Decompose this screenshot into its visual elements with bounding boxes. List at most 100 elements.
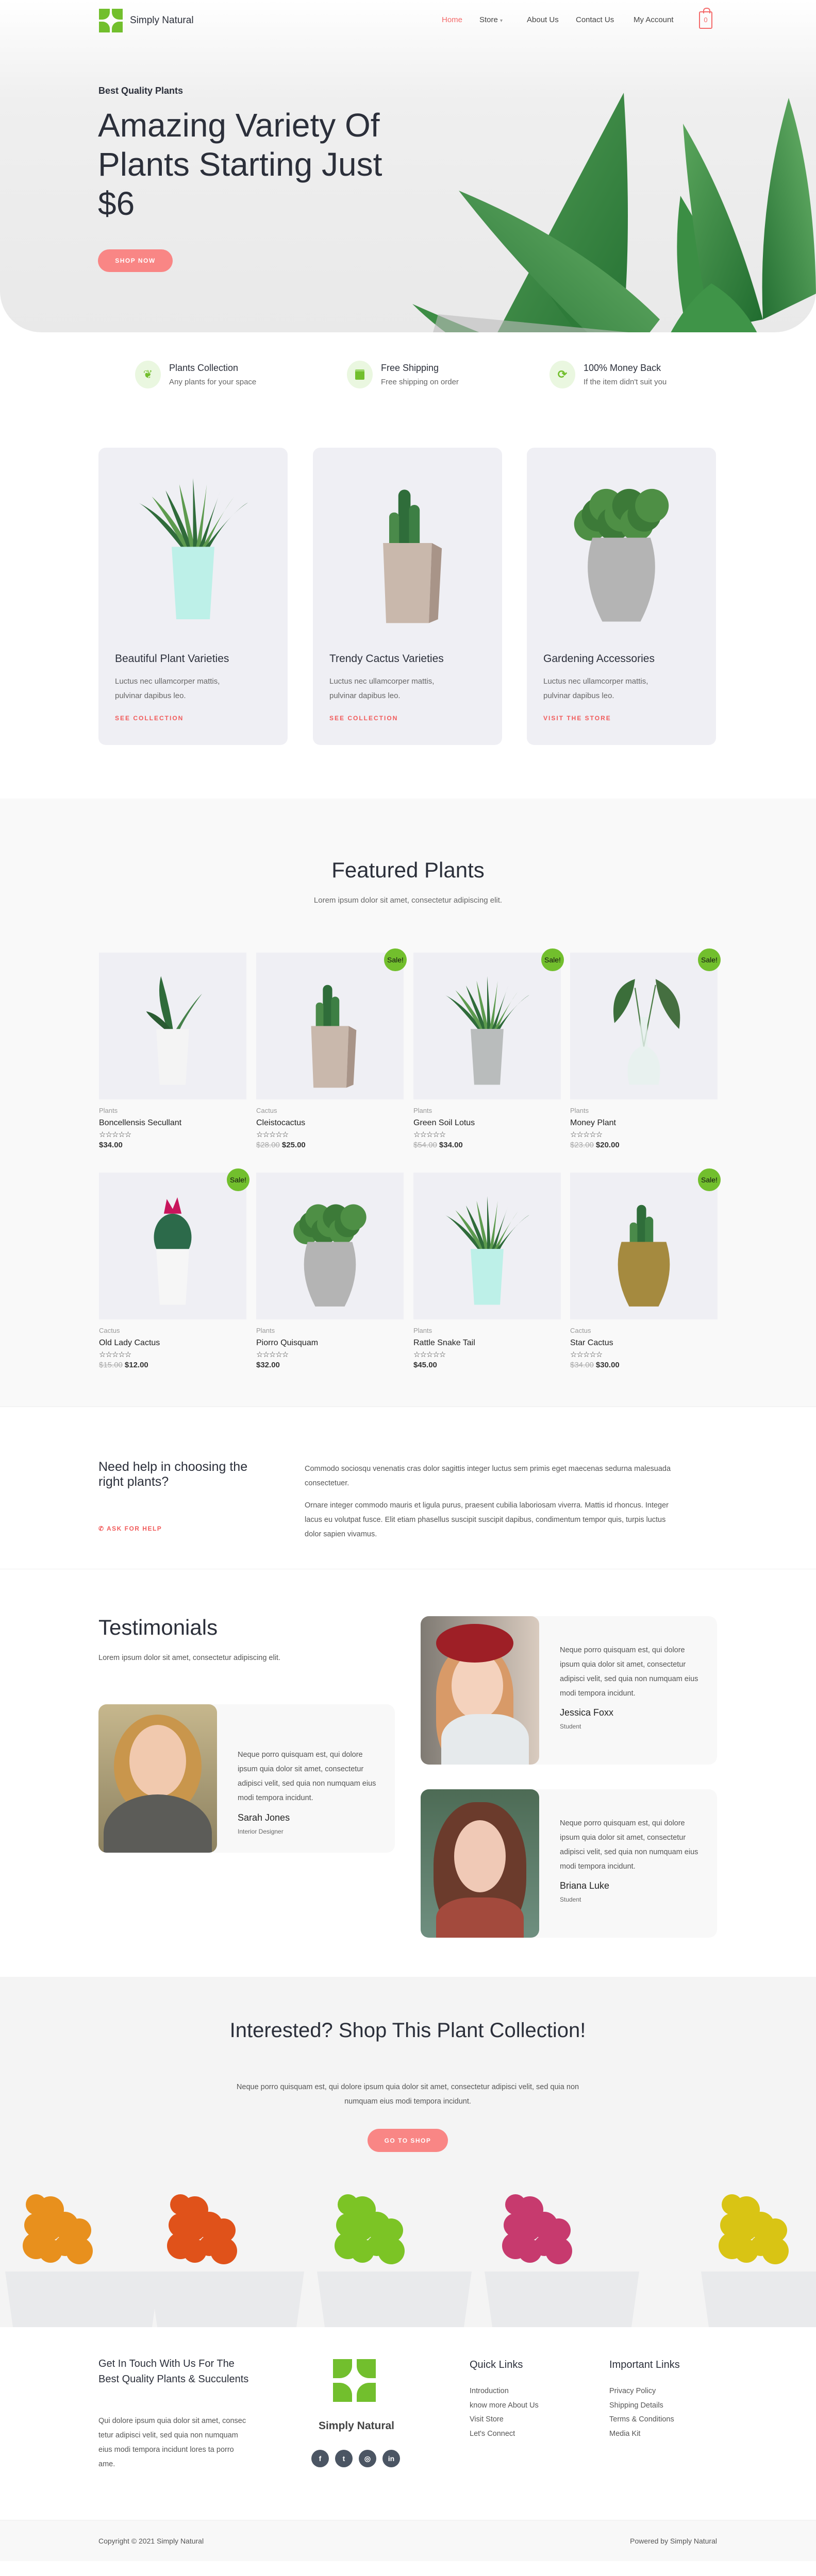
cart-bag-icon[interactable]: 0: [699, 8, 712, 29]
product-category: Plants: [99, 1107, 118, 1114]
feature-text: Any plants for your space: [169, 378, 257, 386]
aloe-pot-image: [98, 448, 288, 638]
footer-brand: Simply Natural: [318, 2420, 395, 2432]
brand-logo[interactable]: Simply Natural: [99, 9, 194, 32]
old-price: $23.00: [570, 1141, 594, 1149]
product-name[interactable]: Money Plant: [570, 1118, 718, 1128]
star-rating-icon: ☆☆☆☆☆: [570, 1350, 603, 1359]
hero-title: Amazing Variety Of Plants Starting Just …: [98, 107, 382, 222]
facebook-icon[interactable]: f: [311, 2450, 329, 2467]
product-card[interactable]: Plants Boncellensis Secullant ☆☆☆☆☆ $34.00: [99, 953, 246, 1149]
product-image[interactable]: [99, 953, 246, 1099]
footer-link-terms[interactable]: Terms & Conditions: [609, 2413, 674, 2427]
divider: [0, 1406, 816, 1407]
testimonial-name: Jessica Foxx: [560, 1707, 614, 1718]
product-name[interactable]: Green Soil Lotus: [413, 1118, 561, 1128]
help-paragraph: Ornare integer commodo mauris et ligula …: [305, 1501, 669, 1538]
category-card[interactable]: Gardening Accessories Luctus nec ullamco…: [527, 448, 716, 745]
visit-store-link[interactable]: VISIT THE STORE: [543, 715, 611, 722]
testimonial-quote: Neque porro quisquam est, qui dolore ips…: [238, 1751, 376, 1802]
star-rating-icon: ☆☆☆☆☆: [570, 1130, 603, 1139]
footer-link-media-kit[interactable]: Media Kit: [609, 2427, 674, 2442]
hero-section: Simply Natural Home Store ▾ About Us Con…: [0, 0, 816, 332]
star-rating-icon: ☆☆☆☆☆: [99, 1130, 131, 1139]
product-image[interactable]: [256, 1173, 404, 1319]
feature-text: If the item didn't suit you: [584, 378, 667, 386]
product-image[interactable]: Sale!: [256, 948, 407, 1099]
star-rating-icon: ☆☆☆☆☆: [99, 1350, 131, 1359]
testimonial-role: Student: [560, 1896, 581, 1903]
product-price: $34.00 $30.00: [570, 1361, 718, 1369]
nav-about[interactable]: About Us: [527, 15, 559, 24]
star-rating-icon: ☆☆☆☆☆: [413, 1130, 446, 1139]
footer-link-visit-store[interactable]: Visit Store: [470, 2413, 539, 2427]
footer-link-privacy[interactable]: Privacy Policy: [609, 2384, 674, 2399]
product-image[interactable]: Sale!: [99, 1168, 249, 1319]
footer-link-shipping[interactable]: Shipping Details: [609, 2399, 674, 2413]
nav-home[interactable]: Home: [442, 15, 462, 24]
footer-link-introduction[interactable]: Introduction: [470, 2384, 539, 2399]
product-card[interactable]: Sale! Plants Money Plant ☆☆☆☆☆ $23.00 $20.00: [570, 948, 721, 1149]
product-card[interactable]: Plants Rattle Snake Tail ☆☆☆☆☆ $45.00: [413, 1173, 561, 1369]
feature-money-back: ⟳ 100% Money Back If the item didn't suit…: [549, 361, 667, 388]
avatar: [98, 1704, 217, 1853]
see-collection-link[interactable]: SEE COLLECTION: [115, 715, 184, 722]
testimonial-card: Neque porro quisquam est, qui dolore ips…: [421, 1616, 717, 1765]
product-name[interactable]: Rattle Snake Tail: [413, 1338, 561, 1348]
shop-now-button[interactable]: SHOP NOW: [98, 249, 173, 272]
footer-link-about[interactable]: know more About Us: [470, 2399, 539, 2413]
testimonials-title: Testimonials: [98, 1615, 218, 1639]
product-card[interactable]: Sale! Cactus Cleistocactus ☆☆☆☆☆ $28.00 $25.0…: [256, 948, 407, 1149]
sale-badge: Sale!: [698, 1168, 721, 1191]
category-card[interactable]: Beautiful Plant Varieties Luctus nec ull…: [98, 448, 288, 745]
testimonial-quote: Neque porro quisquam est, qui dolore ips…: [560, 1819, 698, 1871]
refresh-icon: ⟳: [549, 361, 575, 388]
nav-store[interactable]: Store ▾: [479, 15, 503, 24]
instagram-icon[interactable]: ◎: [359, 2450, 376, 2467]
nav-my-account[interactable]: My Account: [634, 15, 674, 24]
important-links-title: Important Links: [609, 2359, 680, 2370]
current-price: $45.00: [413, 1361, 437, 1369]
product-card[interactable]: Sale! Plants Green Soil Lotus ☆☆☆☆☆ $54.00 $3…: [413, 948, 564, 1149]
product-image[interactable]: Sale!: [570, 1168, 721, 1319]
product-image[interactable]: Sale!: [413, 948, 564, 1099]
product-name[interactable]: Piorro Quisquam: [256, 1338, 404, 1348]
cacti-row-image: [5, 2194, 816, 2327]
nav-contact[interactable]: Contact Us: [576, 15, 614, 24]
product-category: Cactus: [99, 1327, 120, 1334]
product-image[interactable]: Sale!: [570, 948, 721, 1099]
go-to-shop-button[interactable]: GO TO SHOP: [368, 2129, 448, 2152]
cta-text: Neque porro quisquam est, qui dolore ips…: [236, 2083, 579, 2106]
clover-logo-icon: [333, 2359, 376, 2402]
product-name[interactable]: Boncellensis Secullant: [99, 1118, 246, 1128]
product-price: $28.00 $25.00: [256, 1141, 404, 1149]
product-name[interactable]: Star Cactus: [570, 1338, 718, 1348]
ask-for-help-link[interactable]: ✆ ASK FOR HELP: [98, 1525, 162, 1532]
hero-kicker: Best Quality Plants: [98, 86, 184, 96]
succulent-hero-image: [412, 93, 816, 332]
product-name[interactable]: Old Lady Cactus: [99, 1338, 246, 1348]
footer-contact-text: Qui dolore ipsum quia dolor sit amet, co…: [98, 2417, 246, 2468]
sale-badge: Sale!: [384, 948, 407, 971]
product-card[interactable]: Sale! Cactus Old Lady Cactus ☆☆☆☆☆ $15.00 $12…: [99, 1168, 249, 1369]
see-collection-link[interactable]: SEE COLLECTION: [329, 715, 398, 722]
category-title: Gardening Accessories: [543, 653, 655, 665]
product-category: Cactus: [256, 1107, 277, 1114]
section-title: Featured Plants: [331, 858, 485, 882]
category-card[interactable]: Trendy Cactus Varieties Luctus nec ullam…: [313, 448, 502, 745]
product-price: $34.00: [99, 1141, 246, 1149]
product-category: Plants: [413, 1107, 432, 1114]
linkedin-icon[interactable]: in: [382, 2450, 400, 2467]
footer-link-connect[interactable]: Let's Connect: [470, 2427, 539, 2442]
testimonial-role: Interior Designer: [238, 1828, 284, 1835]
product-image[interactable]: [413, 1173, 561, 1319]
phone-icon: ✆: [98, 1525, 105, 1532]
product-card[interactable]: Sale! Cactus Star Cactus ☆☆☆☆☆ $34.00 $30.00: [570, 1168, 721, 1369]
product-name[interactable]: Cleistocactus: [256, 1118, 404, 1128]
powered-by: Powered by Simply Natural: [630, 2537, 717, 2545]
star-rating-icon: ☆☆☆☆☆: [256, 1350, 289, 1359]
footer-contact-title: Get In Touch With Us For The Best Qualit…: [98, 2358, 249, 2385]
testimonial-name: Briana Luke: [560, 1880, 610, 1891]
twitter-icon[interactable]: t: [335, 2450, 353, 2467]
product-card[interactable]: Plants Piorro Quisquam ☆☆☆☆☆ $32.00: [256, 1173, 404, 1369]
